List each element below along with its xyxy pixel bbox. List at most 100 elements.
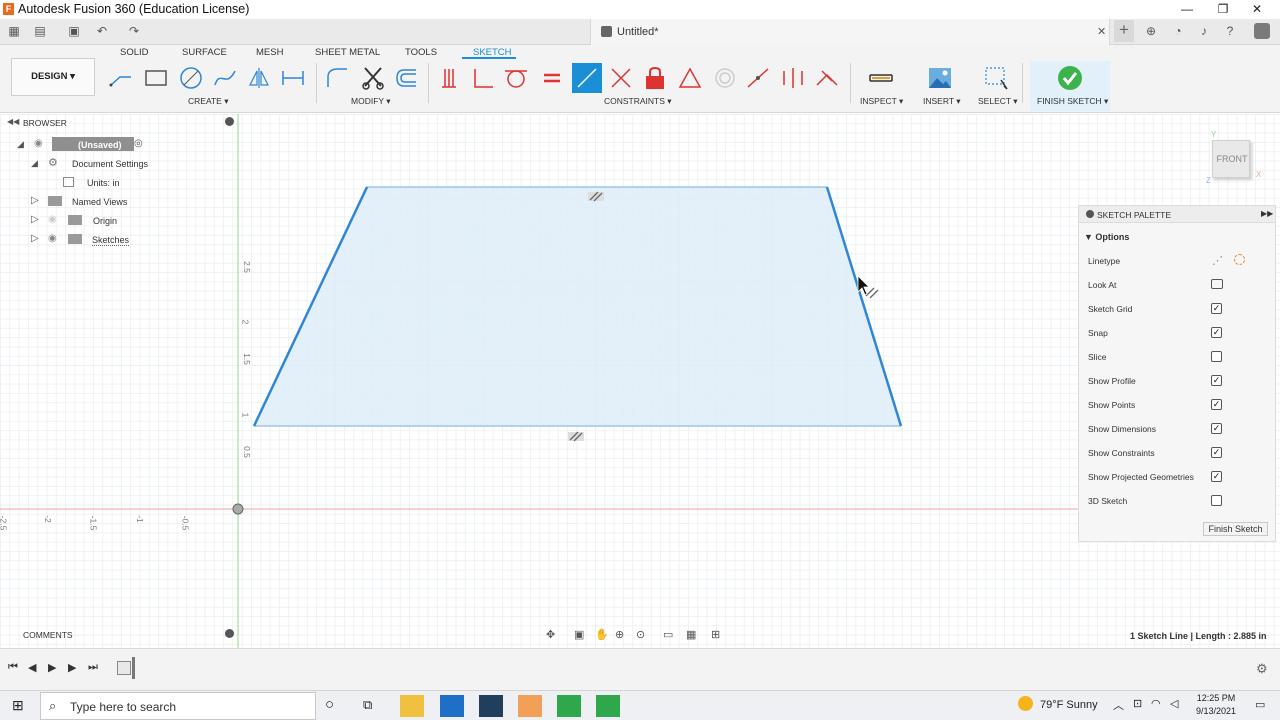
redo-icon[interactable]: ↷ [126, 23, 142, 39]
tab-mesh[interactable]: MESH [256, 47, 283, 58]
fix-lock-icon[interactable] [642, 65, 668, 91]
constraints-menu[interactable]: CONSTRAINTS ▾ [604, 96, 672, 107]
notification-center-icon[interactable]: ▭ [1255, 698, 1265, 711]
collinear-constraint-icon[interactable] [608, 65, 634, 91]
finish-sketch-button[interactable]: Finish Sketch [1203, 522, 1268, 536]
green-app-icon[interactable] [557, 695, 581, 717]
data-panel-grid-icon[interactable]: ▦ [6, 23, 22, 39]
display-settings-icon[interactable]: ▭ [663, 628, 673, 641]
construction-linetype-icon[interactable]: ⋰ [1212, 254, 1223, 267]
timeline-marker[interactable] [132, 657, 135, 679]
task-view-icon[interactable]: ⧉ [363, 697, 372, 713]
parallel-constraint-glyph[interactable] [588, 191, 604, 202]
measure-ruler-icon[interactable] [868, 65, 894, 91]
close-tab-icon[interactable]: ✕ [1097, 25, 1106, 38]
tree-item-named-views[interactable]: ▷ Named Views [0, 193, 244, 212]
snap-checkbox[interactable]: ✓ [1211, 327, 1222, 338]
finish-sketch-area[interactable]: FINISH SKETCH ▾ [1030, 61, 1110, 111]
sketch-grid-checkbox[interactable]: ✓ [1211, 303, 1222, 314]
finish-sketch-check-icon[interactable] [1057, 65, 1083, 91]
go-to-start-icon[interactable]: ⏮ [8, 661, 18, 674]
weather-text[interactable]: 79°F Sunny [1040, 699, 1098, 711]
expand-arrow-icon[interactable]: ▷ [31, 214, 39, 225]
orbit-icon[interactable]: ✥ [546, 628, 555, 641]
perpendicular-constraint-icon[interactable] [470, 65, 496, 91]
centerline-linetype-icon[interactable] [1234, 254, 1245, 265]
document-tab[interactable]: Untitled* ✕ [590, 19, 1110, 45]
expand-arrow-icon[interactable]: ▷ [31, 195, 39, 206]
play-icon[interactable]: ▶ [48, 661, 56, 674]
inspect-menu[interactable]: INSPECT ▾ [860, 96, 903, 107]
cortana-icon[interactable]: ○ [325, 696, 334, 713]
workspace-switcher-button[interactable]: DESIGN ▾ [11, 58, 95, 96]
tree-item-root[interactable]: ◢ ◉ (Unsaved) ◎ [0, 136, 244, 155]
midpoint-constraint-icon[interactable] [745, 65, 771, 91]
finish-sketch-menu[interactable]: FINISH SKETCH ▾ [1037, 96, 1108, 107]
viewports-icon[interactable]: ⊞ [711, 628, 720, 641]
outlook-icon[interactable] [440, 695, 464, 717]
modify-menu[interactable]: MODIFY ▾ [351, 96, 391, 107]
collapse-arrow-icon[interactable]: ◢ [17, 139, 24, 150]
parallel-constraint-glyph[interactable] [865, 287, 879, 299]
fit-icon[interactable]: ⊙ [636, 628, 645, 641]
fusion-taskbar-icon[interactable] [518, 695, 542, 717]
trim-scissors-icon[interactable] [360, 65, 386, 91]
taskbar-search-box[interactable]: ⌕ Type here to search [40, 692, 316, 720]
clock-time[interactable]: 12:25 PM [1192, 693, 1240, 703]
step-forward-icon[interactable]: ▶ [68, 661, 76, 674]
windows-start-icon[interactable]: ⊞ [12, 697, 24, 714]
timeline-sketch-feature-icon[interactable] [117, 661, 131, 675]
palette-pin-icon[interactable] [1086, 210, 1094, 218]
parallel-constraint-active-button[interactable] [572, 63, 602, 93]
collapse-browser-icon[interactable]: ◀◀ [7, 117, 19, 126]
collapse-arrow-icon[interactable]: ◢ [31, 158, 38, 169]
parallel-constraint-glyph[interactable] [568, 431, 584, 442]
clock-date[interactable]: 9/13/2021 [1190, 706, 1242, 716]
help-icon[interactable]: ? [1222, 23, 1238, 39]
insert-image-icon[interactable] [927, 65, 953, 91]
curvature-constraint-icon[interactable] [814, 65, 840, 91]
new-tab-button[interactable]: + [1114, 20, 1134, 42]
tree-item-sketches[interactable]: ▷ ◉ Sketches [0, 231, 244, 250]
notifications-bell-icon[interactable]: ♪ [1196, 23, 1212, 39]
select-menu[interactable]: SELECT ▾ [978, 96, 1018, 107]
timeline-settings-gear-icon[interactable]: ⚙ [1256, 661, 1268, 677]
select-box-icon[interactable] [984, 65, 1010, 91]
tangent-constraint-icon[interactable] [503, 65, 529, 91]
create-menu[interactable]: CREATE ▾ [188, 96, 228, 107]
file-menu-icon[interactable]: ▤ [32, 23, 48, 39]
rectangle-tool-icon[interactable] [143, 65, 169, 91]
circle-tool-icon[interactable] [178, 65, 204, 91]
coincident-constraint-icon[interactable] [436, 65, 462, 91]
look-at-nav-icon[interactable]: ▣ [574, 628, 584, 641]
show-hidden-icons-icon[interactable]: ︿ [1113, 697, 1124, 713]
eye-visibility-icon[interactable]: ◉ [48, 233, 57, 244]
tree-item-units[interactable]: Units: in [0, 174, 244, 193]
3d-sketch-checkbox[interactable] [1211, 495, 1222, 506]
tab-sheet-metal[interactable]: SHEET METAL [315, 47, 380, 58]
go-to-end-icon[interactable]: ⏭ [88, 661, 98, 674]
close-window-button[interactable]: ✕ [1234, 0, 1280, 19]
network-icon[interactable]: ⊡ [1133, 697, 1142, 710]
wifi-icon[interactable]: ◠ [1151, 697, 1161, 710]
triangle-constraint-icon[interactable] [677, 65, 703, 91]
view-cube-face[interactable]: FRONT [1212, 140, 1250, 178]
pan-hand-icon[interactable]: ✋ [595, 628, 609, 641]
line-tool-icon[interactable] [108, 65, 134, 91]
options-section[interactable]: ▼ Options [1084, 232, 1129, 242]
comments-pin-icon[interactable] [225, 629, 234, 638]
expand-arrow-icon[interactable]: ▷ [31, 233, 39, 244]
step-back-icon[interactable]: ◀ [28, 661, 36, 674]
file-explorer-icon[interactable] [400, 695, 424, 717]
tab-tools[interactable]: TOOLS [405, 47, 437, 58]
grid-settings-icon[interactable]: ▦ [686, 628, 696, 641]
save-icon[interactable]: ▣ [66, 23, 82, 39]
dimension-tool-icon[interactable] [280, 65, 306, 91]
insert-menu[interactable]: INSERT ▾ [923, 96, 961, 107]
look-at-icon[interactable] [1211, 279, 1223, 289]
concentric-constraint-icon[interactable] [712, 65, 738, 91]
volume-icon[interactable]: ◁ [1170, 697, 1178, 710]
spline-tool-icon[interactable] [212, 65, 238, 91]
show-profile-checkbox[interactable]: ✓ [1211, 375, 1222, 386]
green-app-icon-2[interactable] [596, 695, 620, 717]
